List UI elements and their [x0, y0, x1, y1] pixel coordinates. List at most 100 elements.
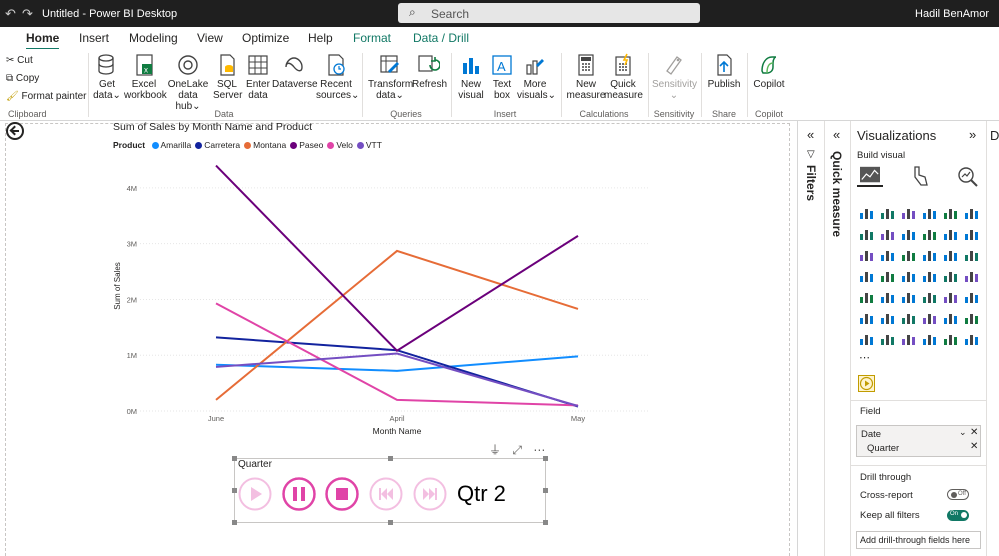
- field-well[interactable]: Date ⌄ ✕ Quarter ✕: [856, 425, 981, 457]
- publish-button[interactable]: Publish: [707, 53, 741, 90]
- filled-map-icon[interactable]: [901, 268, 916, 283]
- expand-quick-measure-icon[interactable]: «: [833, 127, 840, 142]
- card-icon[interactable]: [964, 268, 979, 283]
- tab-data-drill[interactable]: Data / Drill: [413, 31, 469, 45]
- qa-icon[interactable]: [922, 310, 937, 325]
- stacked-column-icon[interactable]: [880, 205, 895, 220]
- key-influencers-icon[interactable]: [880, 310, 895, 325]
- stacked-area-icon[interactable]: [901, 226, 916, 241]
- undo-icon[interactable]: ↶: [5, 6, 16, 22]
- funnel-icon[interactable]: [901, 247, 916, 262]
- donut-icon[interactable]: [964, 247, 979, 262]
- copilot-button[interactable]: Copilot: [752, 53, 786, 90]
- cut-button[interactable]: ✂ Cut: [6, 55, 33, 66]
- keep-all-filters-toggle[interactable]: On: [947, 510, 969, 521]
- cross-report-toggle[interactable]: Off: [947, 489, 969, 500]
- data-pane-collapsed[interactable]: D: [986, 121, 999, 556]
- azure-map-icon[interactable]: [922, 268, 937, 283]
- play-axis-slicer[interactable]: Quarter Qtr 2: [232, 456, 548, 525]
- power-apps-icon[interactable]: [880, 331, 895, 346]
- series-line-montana[interactable]: [215, 249, 579, 401]
- build-visual-icon[interactable]: [857, 165, 883, 187]
- collapse-pane-icon[interactable]: »: [969, 127, 976, 142]
- 100-bar-icon[interactable]: [943, 205, 958, 220]
- line-column-icon[interactable]: [943, 226, 958, 241]
- gauge-icon[interactable]: [943, 268, 958, 283]
- line-chart-icon[interactable]: [859, 226, 874, 241]
- stacked-bar-icon[interactable]: [859, 205, 874, 220]
- play-button[interactable]: [238, 477, 272, 511]
- resize-handle[interactable]: [232, 488, 237, 493]
- legend-item[interactable]: Paseo: [290, 140, 323, 150]
- power-automate-icon[interactable]: [901, 331, 916, 346]
- tab-optimize[interactable]: Optimize: [242, 31, 289, 45]
- goals-icon[interactable]: [964, 310, 979, 325]
- multi-row-card-icon[interactable]: [859, 289, 874, 304]
- ribbon-icon[interactable]: [880, 247, 895, 262]
- tab-home[interactable]: Home: [26, 31, 60, 50]
- metrics-icon[interactable]: [922, 331, 937, 346]
- more-visuals-button[interactable]: More visuals⌄: [517, 53, 556, 101]
- stop-button[interactable]: [325, 477, 359, 511]
- python-icon[interactable]: [859, 310, 874, 325]
- field-remove-icon[interactable]: ✕: [970, 427, 978, 438]
- resize-handle[interactable]: [543, 520, 548, 525]
- resize-handle[interactable]: [543, 456, 548, 461]
- recent-sources-button[interactable]: Recent sources⌄: [316, 53, 359, 101]
- previous-button[interactable]: [369, 477, 403, 511]
- resize-handle[interactable]: [232, 520, 237, 525]
- resize-handle[interactable]: [543, 488, 548, 493]
- format-visual-icon[interactable]: [907, 165, 933, 187]
- decomposition-tree-icon[interactable]: [901, 310, 916, 325]
- report-canvas[interactable]: 0M 1M 2M 3M 4M June April May Month Name Sum of S…: [0, 121, 797, 556]
- kpi-icon[interactable]: [880, 289, 895, 304]
- 100-column-icon[interactable]: [964, 205, 979, 220]
- copy-button[interactable]: ⧉ Copy: [6, 73, 39, 84]
- scatter-icon[interactable]: [922, 247, 937, 262]
- line-clustered-icon[interactable]: [859, 247, 874, 262]
- focus-mode-icon[interactable]: ⤢: [512, 443, 522, 457]
- refresh-button[interactable]: Refresh: [412, 53, 447, 90]
- diamond-icon[interactable]: [943, 331, 958, 346]
- legend-item[interactable]: Amarilla: [151, 140, 191, 150]
- table-icon[interactable]: [922, 289, 937, 304]
- legend-item[interactable]: VTT: [356, 140, 382, 150]
- format-painter-button[interactable]: 🖌 Format painter: [6, 91, 87, 102]
- sensitivity-button[interactable]: Sensitivity ⌄: [652, 53, 697, 101]
- narrative-icon[interactable]: [943, 310, 958, 325]
- user-name[interactable]: Hadil BenAmor: [915, 8, 989, 20]
- matrix-icon[interactable]: [943, 289, 958, 304]
- tab-insert[interactable]: Insert: [79, 31, 109, 45]
- analytics-icon[interactable]: [955, 165, 981, 187]
- clustered-column-icon[interactable]: [922, 205, 937, 220]
- legend-item[interactable]: Velo: [327, 140, 353, 150]
- field-item-remove-icon[interactable]: ✕: [970, 441, 978, 452]
- redo-icon[interactable]: ↷: [22, 6, 33, 22]
- tab-help[interactable]: Help: [308, 31, 333, 45]
- filters-pane-collapsed[interactable]: « ▽ Filters: [797, 121, 824, 556]
- next-button[interactable]: [413, 477, 447, 511]
- tab-format[interactable]: Format: [353, 31, 391, 45]
- r-visual-icon[interactable]: [964, 289, 979, 304]
- resize-handle[interactable]: [232, 456, 237, 461]
- paginated-icon[interactable]: [859, 331, 874, 346]
- legend-item[interactable]: Carretera: [195, 140, 240, 150]
- series-line-carretera[interactable]: [215, 336, 579, 408]
- tab-modeling[interactable]: Modeling: [129, 31, 178, 45]
- expand-filters-icon[interactable]: «: [807, 127, 814, 142]
- excel-workbook-button[interactable]: x Excel workbook: [124, 53, 167, 101]
- ribbon-chart-icon[interactable]: [922, 226, 937, 241]
- pause-button[interactable]: [282, 477, 316, 511]
- more-options-icon[interactable]: ⋯: [533, 443, 545, 457]
- sql-server-button[interactable]: SQL Server: [213, 53, 242, 101]
- play-axis-visual-icon[interactable]: [858, 375, 875, 392]
- enter-data-button[interactable]: Enter data: [244, 53, 272, 101]
- quick-measure-button[interactable]: Quick measure: [604, 53, 643, 101]
- more-visual-icon[interactable]: [964, 331, 979, 346]
- area-chart-icon[interactable]: [880, 226, 895, 241]
- get-data-button[interactable]: Get data⌄: [92, 53, 122, 101]
- transform-data-button[interactable]: Transform data⌄: [368, 53, 413, 101]
- tab-view[interactable]: View: [197, 31, 223, 45]
- onelake-data-hub-button[interactable]: OneLake data hub⌄: [165, 53, 211, 112]
- legend-item[interactable]: Montana: [244, 140, 286, 150]
